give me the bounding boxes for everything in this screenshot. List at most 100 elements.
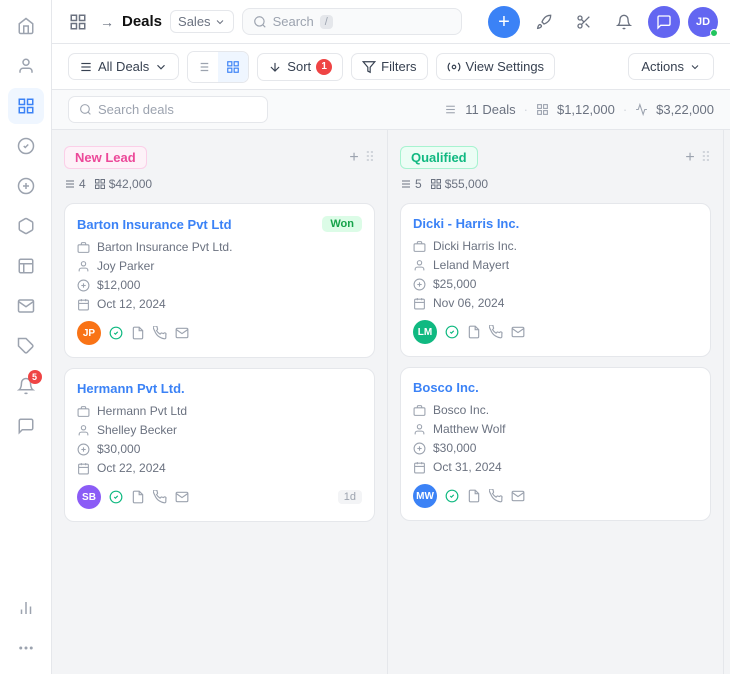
all-deals-label: All Deals: [98, 59, 149, 74]
toolbar: All Deals Sort 1 Filters: [52, 44, 730, 90]
info-sep-2: ·: [623, 102, 627, 117]
sidebar-item-deals[interactable]: [8, 88, 44, 124]
card-contact-hermann: Shelley Becker: [77, 423, 362, 437]
sidebar-item-home[interactable]: [8, 8, 44, 44]
card-title-bosco: Bosco Inc.: [413, 380, 479, 395]
card-amount-dicki: $25,000: [413, 277, 698, 291]
info-sep-1: ·: [524, 102, 528, 117]
filters-button[interactable]: Filters: [351, 53, 427, 80]
phone-icon-barton[interactable]: [153, 326, 167, 340]
card-avatar-dicki: LM: [413, 320, 437, 344]
card-company-dicki: Dicki Harris Inc.: [413, 239, 698, 253]
sidebar-item-finance[interactable]: [8, 168, 44, 204]
nav-icon-grid[interactable]: [64, 8, 92, 36]
user-avatar[interactable]: JD: [688, 7, 718, 37]
scissors-icon-btn[interactable]: [568, 6, 600, 38]
card-company-barton: Barton Insurance Pvt Ltd.: [77, 240, 362, 254]
file-icon-dicki[interactable]: [467, 325, 481, 339]
sidebar-item-more[interactable]: [8, 630, 44, 666]
sidebar-item-packages[interactable]: [8, 208, 44, 244]
nav-search-placeholder: Search: [273, 14, 314, 29]
phone-icon-dicki[interactable]: [489, 325, 503, 339]
sidebar-item-tags[interactable]: [8, 328, 44, 364]
nav-arrow-icon: →: [100, 14, 114, 30]
card-contact-bosco: Matthew Wolf: [413, 422, 698, 436]
card-avatar-hermann: SB: [77, 485, 101, 509]
sidebar-item-email[interactable]: [8, 288, 44, 324]
card-company-bosco: Bosco Inc.: [413, 403, 698, 417]
view-toggle: [187, 51, 249, 83]
nav-actions: + JD: [488, 6, 718, 38]
add-button[interactable]: +: [488, 6, 520, 38]
card-dicki[interactable]: Dicki - Harris Inc. Dicki Harris Inc. Le…: [400, 203, 711, 357]
col-meta-qualified: 5 $55,000: [400, 177, 711, 191]
card-company-hermann: Hermann Pvt Ltd: [77, 404, 362, 418]
sort-count-badge: 1: [316, 59, 332, 75]
mail-icon-bosco[interactable]: [511, 489, 525, 503]
list-view-btn[interactable]: [188, 52, 218, 82]
deals-count: 11 Deals: [465, 102, 515, 117]
actions-button[interactable]: Actions: [628, 53, 714, 80]
deals-total-1: $1,12,000: [557, 102, 615, 117]
phone-icon-bosco[interactable]: [489, 489, 503, 503]
col-add-new-lead[interactable]: +: [349, 149, 358, 167]
check-icon-dicki[interactable]: [445, 325, 459, 339]
card-date-dicki: Nov 06, 2024: [413, 296, 698, 310]
file-icon-barton[interactable]: [131, 326, 145, 340]
check-icon-hermann[interactable]: [109, 490, 123, 504]
chat-icon-btn[interactable]: [648, 6, 680, 38]
top-nav: → Deals Sales Search / +: [52, 0, 730, 44]
won-badge-barton: Won: [322, 216, 362, 232]
col-header-new-lead: New Lead + ⠿: [64, 146, 375, 169]
all-deals-button[interactable]: All Deals: [68, 53, 179, 80]
card-footer-bosco: MW: [413, 484, 698, 508]
col-drag-qualified[interactable]: ⠿: [701, 149, 711, 166]
card-amount-barton: $12,000: [77, 278, 362, 292]
sidebar-item-notifications[interactable]: 5: [8, 368, 44, 404]
sidebar-item-chat[interactable]: [8, 408, 44, 444]
card-contact-barton: Joy Parker: [77, 259, 362, 273]
sidebar-item-contacts[interactable]: [8, 48, 44, 84]
card-hermann[interactable]: Hermann Pvt Ltd. Hermann Pvt Ltd Shelley…: [64, 368, 375, 522]
search-deals-placeholder: Search deals: [98, 102, 174, 117]
check-icon-bosco[interactable]: [445, 489, 459, 503]
sidebar-item-analytics[interactable]: [8, 590, 44, 626]
card-amount-bosco: $30,000: [413, 441, 698, 455]
avatar-online-dot: [710, 29, 718, 37]
bell-icon-btn[interactable]: [608, 6, 640, 38]
card-amount-hermann: $30,000: [77, 442, 362, 456]
card-title-row-hermann: Hermann Pvt Ltd.: [77, 381, 362, 396]
card-title-row-barton: Barton Insurance Pvt Ltd Won: [77, 216, 362, 232]
card-avatar-barton: JP: [77, 321, 101, 345]
nav-title: Deals: [122, 13, 162, 30]
card-title-hermann: Hermann Pvt Ltd.: [77, 381, 185, 396]
col-add-qualified[interactable]: +: [685, 149, 694, 167]
view-settings-button[interactable]: View Settings: [436, 53, 556, 80]
kanban-view-btn[interactable]: [218, 52, 248, 82]
slash-badge: /: [320, 15, 333, 29]
card-date-hermann: Oct 22, 2024: [77, 461, 362, 475]
file-icon-hermann[interactable]: [131, 490, 145, 504]
phone-icon-hermann[interactable]: [153, 490, 167, 504]
filters-label: Filters: [381, 59, 416, 74]
nav-sales-dropdown[interactable]: Sales: [170, 10, 234, 33]
sidebar-item-views[interactable]: [8, 248, 44, 284]
mail-icon-hermann[interactable]: [175, 490, 189, 504]
card-contact-dicki: Leland Mayert: [413, 258, 698, 272]
card-barton[interactable]: Barton Insurance Pvt Ltd Won Barton Insu…: [64, 203, 375, 358]
mail-icon-barton[interactable]: [175, 326, 189, 340]
card-title-barton: Barton Insurance Pvt Ltd: [77, 217, 232, 232]
col-drag-new-lead[interactable]: ⠿: [365, 149, 375, 166]
sidebar-item-tasks[interactable]: [8, 128, 44, 164]
search-deals-input[interactable]: Search deals: [68, 96, 268, 123]
time-badge-hermann: 1d: [338, 490, 362, 504]
col-label-new-lead: New Lead: [64, 146, 147, 169]
rocket-icon-btn[interactable]: [528, 6, 560, 38]
check-icon-barton[interactable]: [109, 326, 123, 340]
card-bosco[interactable]: Bosco Inc. Bosco Inc. Matthew Wolf $30,0…: [400, 367, 711, 521]
nav-search-box[interactable]: Search /: [242, 8, 462, 35]
mail-icon-dicki[interactable]: [511, 325, 525, 339]
sort-button[interactable]: Sort 1: [257, 53, 343, 81]
file-icon-bosco[interactable]: [467, 489, 481, 503]
card-date-barton: Oct 12, 2024: [77, 297, 362, 311]
